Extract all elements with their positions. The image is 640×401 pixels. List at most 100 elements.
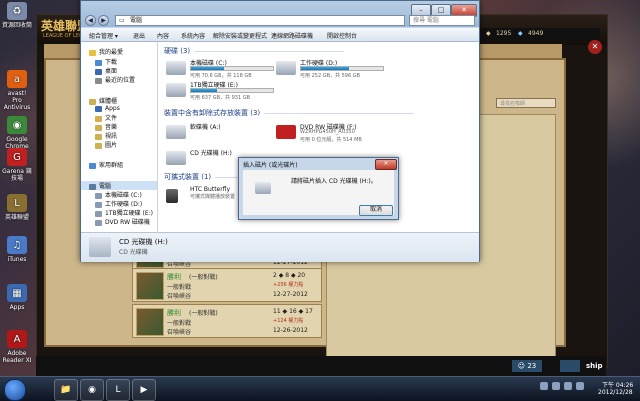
nav-item-label: DVD RW 磁碟機 bbox=[105, 219, 150, 226]
taskbar-app-button[interactable]: 📁 bbox=[54, 379, 78, 401]
match-row[interactable]: 勝利 (一般對戰) 一般對戰 召喚峽谷 2 ◆ 8 ◆ 20 +256 權力點 12-27-… bbox=[132, 268, 322, 302]
address-bar[interactable]: ▭ 電腦 bbox=[115, 15, 405, 26]
toolbar-button[interactable]: 連線網路磁碟機 bbox=[271, 31, 313, 40]
toolbar-button[interactable]: 退出 bbox=[133, 31, 145, 40]
friends-count-button[interactable]: ☺ 23 bbox=[512, 360, 542, 372]
toolbar-button[interactable]: 開啟控制台 bbox=[327, 31, 357, 40]
nav-item[interactable]: 工作硬碟 (D:) bbox=[95, 199, 142, 208]
forward-button[interactable]: ▶ bbox=[98, 15, 109, 26]
nav-item-label: Apps bbox=[105, 105, 120, 112]
nav-item[interactable]: 視訊 bbox=[95, 131, 117, 140]
group-header-hdd[interactable]: 硬碟 (3) bbox=[164, 46, 345, 56]
navigation-pane: 我的最愛下載桌面最近的位置媒體櫃 Apps 文件 音樂 視訊圖片家用群組電腦 本機磁碟 (… bbox=[81, 42, 158, 232]
nav-item[interactable]: 桌面 bbox=[95, 66, 117, 75]
cancel-button[interactable]: 取消 bbox=[359, 205, 393, 216]
toolbar-button[interactable]: 解除安裝或變更程式 bbox=[213, 31, 267, 40]
clock-date[interactable]: 2012/12/28 bbox=[598, 389, 633, 396]
volume-icon[interactable] bbox=[576, 382, 584, 390]
lol-close-button[interactable]: ✕ bbox=[588, 40, 602, 54]
ship-label: ship bbox=[586, 362, 603, 370]
back-button[interactable]: ◀ bbox=[85, 15, 96, 26]
nav-item[interactable]: 圖片 bbox=[95, 140, 117, 149]
toolbar-button[interactable]: 組合管理 ▾ bbox=[89, 31, 118, 40]
explorer-titlebar[interactable]: – □ ✕ ◀ ▶ ▭ 電腦 搜尋 電腦 bbox=[81, 1, 479, 27]
group-header-removable[interactable]: 裝置中含有卸除式存放裝置 (3) bbox=[164, 108, 415, 118]
nav-item-label: 家用群組 bbox=[99, 162, 124, 169]
drive-usage-fill bbox=[301, 67, 349, 70]
computer-icon: ▭ bbox=[119, 17, 125, 24]
device-subtitle: 可攜式媒體播放裝置 bbox=[190, 194, 236, 200]
taskbar-app-button[interactable]: L bbox=[106, 379, 130, 401]
nav-item[interactable]: Apps bbox=[95, 105, 120, 112]
search-input[interactable]: 搜尋 電腦 bbox=[409, 15, 475, 26]
folder-icon bbox=[95, 219, 102, 226]
address-text: 電腦 bbox=[130, 17, 143, 24]
drive-item[interactable]: 1TB獨立硬碟 (E:) 可用 637 GB，共 931 GB bbox=[166, 80, 276, 102]
removable-drive-item[interactable]: 軟碟機 (A:) bbox=[166, 122, 276, 144]
toolbar-button[interactable]: 系統內容 bbox=[181, 31, 205, 40]
desktop-icon[interactable]: A Adobe Reader XI bbox=[2, 330, 32, 364]
nav-item-label: 下載 bbox=[105, 59, 118, 66]
hard-drive-icon bbox=[166, 83, 186, 97]
match-ip-gain: +124 權力點 bbox=[273, 318, 304, 324]
desktop-icon[interactable]: ▦ Apps bbox=[2, 284, 32, 311]
taskbar-app-button[interactable]: ▶ bbox=[132, 379, 156, 401]
tray-icon[interactable] bbox=[540, 382, 548, 390]
chat-button[interactable] bbox=[560, 360, 580, 372]
nav-item[interactable]: 文件 bbox=[95, 113, 117, 122]
match-date: 12-26-2012 bbox=[273, 327, 308, 334]
nav-item-label: 文件 bbox=[105, 115, 118, 122]
match-kda: 2 ◆ 8 ◆ 20 bbox=[273, 272, 306, 279]
desktop-icon[interactable]: ♫ iTunes bbox=[2, 236, 32, 263]
drive-item[interactable]: 本機磁碟 (C:) 可用 70.6 GB，共 118 GB bbox=[166, 58, 276, 80]
nav-item[interactable]: 電腦 bbox=[81, 181, 157, 190]
cd-drive-icon bbox=[89, 237, 111, 257]
nav-item-label: 最近的位置 bbox=[105, 77, 136, 84]
nav-item-label: 桌面 bbox=[105, 68, 118, 75]
nav-item[interactable]: 音樂 bbox=[95, 122, 117, 131]
drive-item[interactable]: 工作硬碟 (D:) 可用 252 GB，共 596 GB bbox=[276, 58, 386, 80]
folder-icon bbox=[95, 210, 102, 217]
match-row[interactable]: 勝利 (一般對戰) 一般對戰 召喚峽谷 11 ◆ 16 ◆ 17 +124 權力點 12-2… bbox=[132, 304, 322, 338]
clock-time[interactable]: 下午 04:26 bbox=[602, 380, 633, 389]
ip-count: 1295 bbox=[496, 30, 512, 37]
nav-item[interactable]: DVD RW 磁碟機 bbox=[95, 217, 150, 226]
folder-icon bbox=[95, 133, 102, 140]
summoner-search-input[interactable]: 尋找召喚師 bbox=[496, 98, 556, 108]
folder-icon bbox=[95, 68, 102, 75]
network-icon[interactable] bbox=[564, 382, 572, 390]
nav-item[interactable]: 媒體櫃 bbox=[89, 96, 117, 105]
app-icon: ♻ bbox=[7, 2, 27, 20]
drive-size: 可用 252 GB，共 596 GB bbox=[300, 73, 361, 79]
app-icon: A bbox=[7, 330, 27, 348]
start-button[interactable] bbox=[4, 379, 26, 401]
desktop-icon[interactable]: L 英雄聯盟 bbox=[2, 194, 32, 221]
desktop-icon[interactable]: ♻ 資源回收筒 bbox=[2, 2, 32, 29]
match-map: 召喚峽谷 bbox=[167, 293, 192, 300]
nav-item[interactable]: 家用群組 bbox=[89, 160, 123, 169]
app-icon: ▦ bbox=[7, 284, 27, 302]
nav-item[interactable]: 我的最愛 bbox=[89, 47, 123, 56]
tray-icon[interactable] bbox=[552, 382, 560, 390]
nav-item[interactable]: 最近的位置 bbox=[95, 75, 135, 84]
match-mode: (一般對戰) bbox=[189, 274, 218, 281]
desktop-icon[interactable]: ◉ Google Chrome bbox=[2, 116, 32, 150]
nav-item-label: 圖片 bbox=[105, 142, 118, 149]
taskbar-app-button[interactable]: ◉ bbox=[80, 379, 104, 401]
nav-item[interactable]: 1TB獨立硬碟 (E:) bbox=[95, 208, 153, 217]
device-name: HTC Butterfly bbox=[190, 186, 231, 193]
drive-usage-fill bbox=[191, 67, 224, 70]
toolbar-button[interactable]: 內容 bbox=[157, 31, 169, 40]
desktop-icon[interactable]: a avast! Pro Antivirus bbox=[2, 70, 32, 111]
nav-item[interactable]: 本機磁碟 (C:) bbox=[95, 190, 142, 199]
folder-icon bbox=[95, 115, 102, 122]
desktop-icon[interactable]: G Garena 競技場 bbox=[2, 148, 32, 182]
cd-drive-icon bbox=[255, 182, 271, 194]
champion-portrait bbox=[136, 308, 164, 336]
nav-item-label: 電腦 bbox=[99, 183, 112, 190]
match-queue: 一般對戰 bbox=[167, 320, 192, 327]
folder-icon bbox=[95, 124, 102, 131]
command-bar: 組合管理 ▾ 退出 內容 系統內容 解除安裝或變更程式 連線網路磁碟機 開啟控制台 bbox=[81, 28, 479, 42]
nav-item[interactable]: 下載 bbox=[95, 57, 117, 66]
dialog-close-button[interactable]: ✕ bbox=[375, 159, 397, 170]
